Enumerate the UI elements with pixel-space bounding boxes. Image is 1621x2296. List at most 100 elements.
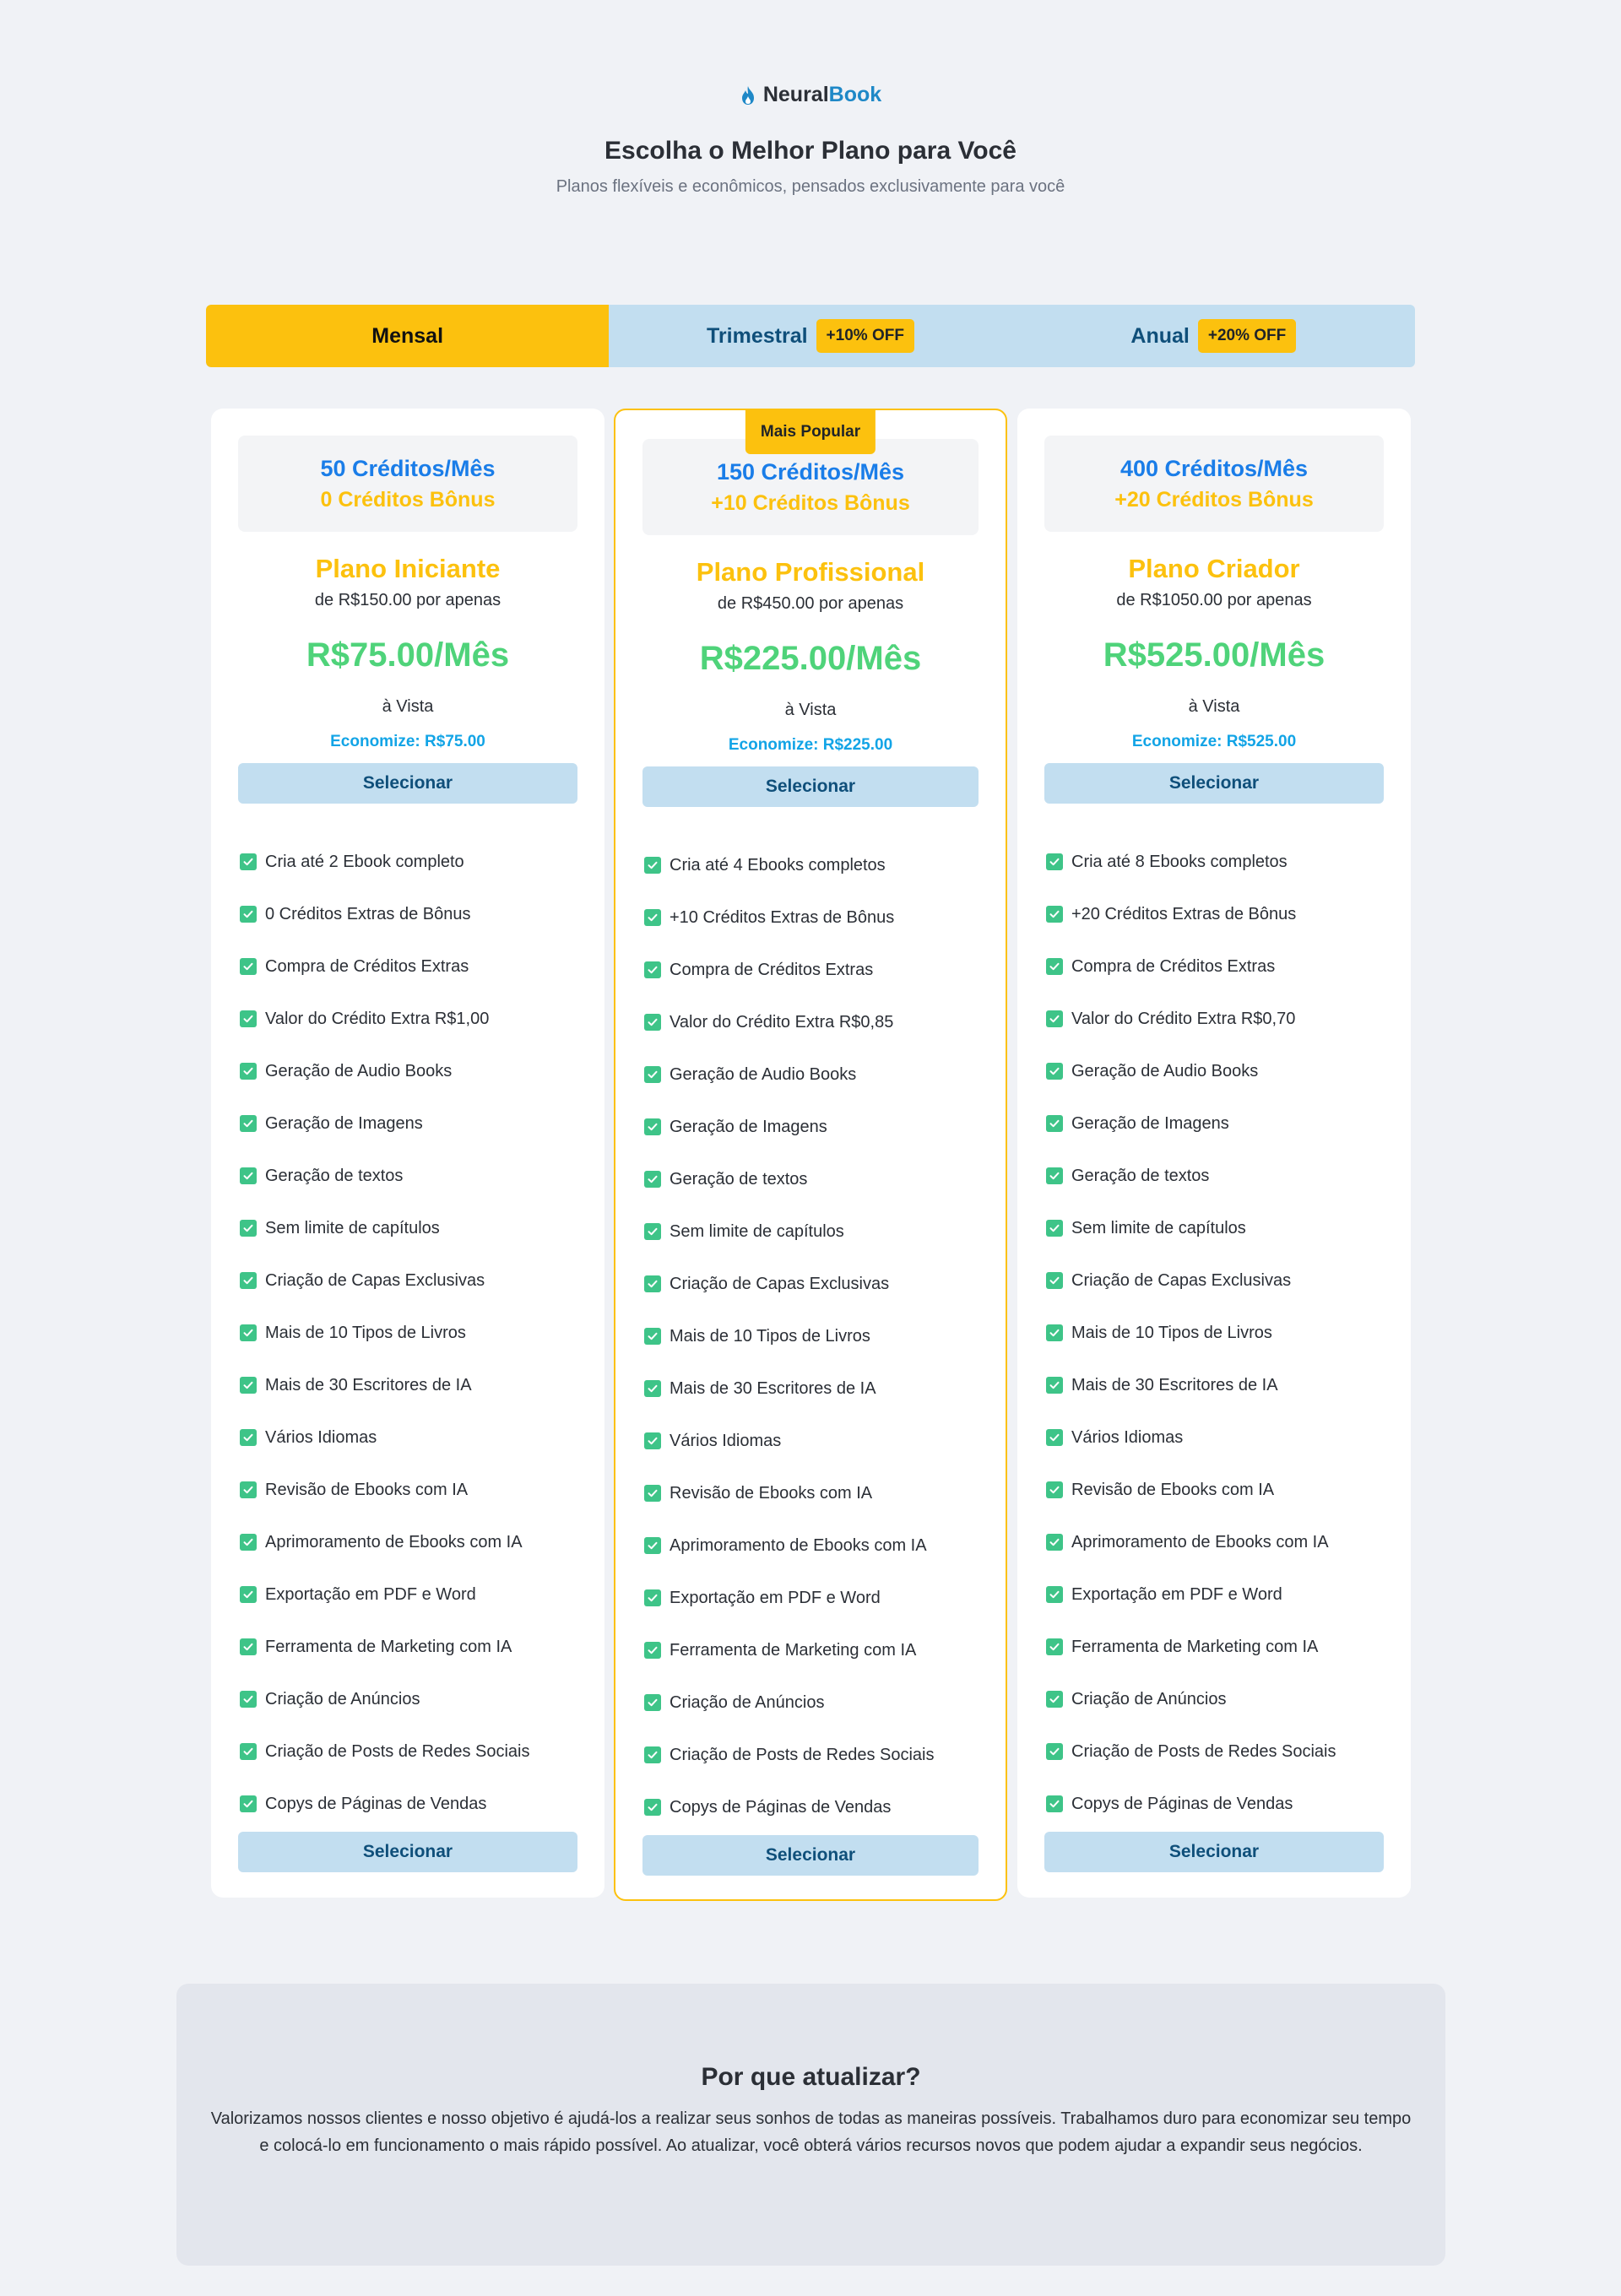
billing-option-quarterly[interactable]: Trimestral +10% OFF [609, 305, 1011, 367]
feature-label: Exportação em PDF e Word [1071, 1584, 1282, 1604]
why-upgrade-section: Por que atualizar? Valorizamos nossos cl… [176, 1984, 1445, 2266]
page-title: Escolha o Melhor Plano para Você [604, 137, 1017, 165]
billing-option-annual[interactable]: Anual +20% OFF [1012, 305, 1415, 367]
check-icon [1046, 906, 1063, 923]
feature-label: Sem limite de capítulos [670, 1221, 844, 1241]
check-icon [644, 1328, 661, 1345]
check-icon [1046, 1586, 1063, 1603]
feature-label: Revisão de Ebooks com IA [1071, 1480, 1275, 1499]
plan-price: R$525.00/Mês [1103, 636, 1326, 674]
feature-item: Sem limite de capítulos [1046, 1202, 1394, 1254]
check-icon [240, 1743, 257, 1760]
check-icon [644, 1746, 661, 1763]
plan-payment-type: à Vista [382, 697, 434, 716]
plan-credits: 50 Créditos/Mês [320, 456, 496, 481]
feature-label: Valor do Crédito Extra R$0,85 [670, 1012, 894, 1032]
select-plan-button[interactable]: Selecionar [1044, 763, 1384, 804]
feature-label: Sem limite de capítulos [265, 1218, 440, 1237]
feature-item: Exportação em PDF e Word [1046, 1568, 1394, 1621]
feature-item: Compra de Créditos Extras [1046, 940, 1394, 993]
feature-item: Mais de 10 Tipos de Livros [644, 1310, 989, 1362]
check-icon [1046, 1167, 1063, 1184]
feature-label: Geração de Audio Books [1071, 1061, 1259, 1080]
feature-label: Geração de textos [265, 1166, 404, 1185]
feature-item: Mais de 30 Escritores de IA [1046, 1359, 1394, 1411]
check-icon [240, 1324, 257, 1341]
credits-box: 400 Créditos/Mês +20 Créditos Bônus [1044, 436, 1384, 532]
feature-item: Copys de Páginas de Vendas [240, 1778, 588, 1830]
feature-label: Aprimoramento de Ebooks com IA [670, 1535, 927, 1555]
check-icon [240, 853, 257, 870]
plan-savings: Economize: R$225.00 [728, 736, 893, 754]
brand-logo: Neural Book [0, 83, 1621, 107]
feature-label: Copys de Páginas de Vendas [265, 1794, 487, 1813]
feature-label: Compra de Créditos Extras [670, 960, 874, 979]
brand-name-part2: Book [828, 83, 882, 106]
feature-item: Revisão de Ebooks com IA [240, 1464, 588, 1516]
check-icon [644, 1537, 661, 1554]
discount-badge: +20% OFF [1197, 319, 1297, 353]
feature-item: Cria até 2 Ebook completo [240, 836, 588, 888]
plan-original-price: de R$150.00 por apenas [314, 591, 501, 609]
brand-name-part1: Neural [762, 83, 829, 106]
feature-item: Criação de Anúncios [644, 1676, 989, 1729]
check-icon [644, 1432, 661, 1449]
check-icon [644, 909, 661, 926]
check-icon [240, 1010, 257, 1027]
check-icon [240, 1220, 257, 1237]
feature-label: Criação de Capas Exclusivas [670, 1274, 890, 1293]
check-icon [1046, 1795, 1063, 1812]
feature-item: Aprimoramento de Ebooks com IA [240, 1516, 588, 1568]
feature-item: Ferramenta de Marketing com IA [644, 1624, 989, 1676]
check-icon [1046, 1324, 1063, 1341]
select-plan-button[interactable]: Selecionar [642, 766, 979, 807]
feature-item: Geração de Audio Books [644, 1048, 989, 1101]
check-icon [644, 1066, 661, 1083]
feature-item: Criação de Posts de Redes Sociais [644, 1729, 989, 1781]
feature-item: Mais de 10 Tipos de Livros [1046, 1307, 1394, 1359]
select-plan-button[interactable]: Selecionar [642, 1835, 979, 1876]
feature-item: Geração de textos [240, 1150, 588, 1202]
feature-item: Criação de Posts de Redes Sociais [240, 1725, 588, 1778]
check-icon [1046, 1638, 1063, 1655]
feature-label: +10 Créditos Extras de Bônus [670, 907, 895, 927]
feature-label: Criação de Anúncios [1071, 1689, 1227, 1708]
feature-label: Geração de Audio Books [265, 1061, 453, 1080]
feature-label: Cria até 8 Ebooks completos [1071, 852, 1288, 871]
discount-badge: +10% OFF [816, 319, 914, 353]
check-icon [240, 1534, 257, 1551]
plan-card-professional: 150 Créditos/Mês +10 Créditos Bônus Mais… [614, 409, 1007, 1901]
plan-savings: Economize: R$75.00 [330, 733, 485, 750]
check-icon [240, 958, 257, 975]
feature-item: Criação de Anúncios [240, 1673, 588, 1725]
feature-label: Aprimoramento de Ebooks com IA [265, 1532, 523, 1551]
feature-item: Aprimoramento de Ebooks com IA [1046, 1516, 1394, 1568]
feature-label: Compra de Créditos Extras [1071, 956, 1276, 976]
plan-name: Plano Criador [1128, 554, 1300, 583]
feature-label: Revisão de Ebooks com IA [670, 1483, 873, 1503]
feature-label: Vários Idiomas [1071, 1427, 1184, 1447]
select-plan-button[interactable]: Selecionar [238, 763, 577, 804]
feature-label: Geração de Imagens [265, 1113, 423, 1133]
check-icon [240, 1429, 257, 1446]
feature-label: Geração de textos [670, 1169, 808, 1189]
check-icon [1046, 958, 1063, 975]
check-icon [1046, 853, 1063, 870]
select-plan-button[interactable]: Selecionar [238, 1832, 577, 1872]
feature-item: Cria até 8 Ebooks completos [1046, 836, 1394, 888]
feature-label: Copys de Páginas de Vendas [1071, 1794, 1293, 1813]
check-icon [1046, 1063, 1063, 1080]
check-icon [240, 906, 257, 923]
billing-option-monthly[interactable]: Mensal [206, 305, 610, 367]
plan-payment-type: à Vista [1188, 697, 1240, 716]
feature-list: Cria até 8 Ebooks completos +20 Créditos … [1046, 836, 1394, 1830]
feature-item: Compra de Créditos Extras [644, 944, 989, 996]
check-icon [644, 1223, 661, 1240]
check-icon [240, 1691, 257, 1708]
select-plan-button[interactable]: Selecionar [1044, 1832, 1384, 1872]
billing-period-toggle: Mensal Trimestral +10% OFF Anual +20% OF… [206, 305, 1415, 367]
feature-label: Mais de 10 Tipos de Livros [670, 1326, 870, 1346]
feature-label: Ferramenta de Marketing com IA [670, 1640, 917, 1660]
check-icon [644, 857, 661, 874]
credits-box: 50 Créditos/Mês 0 Créditos Bônus [238, 436, 577, 532]
